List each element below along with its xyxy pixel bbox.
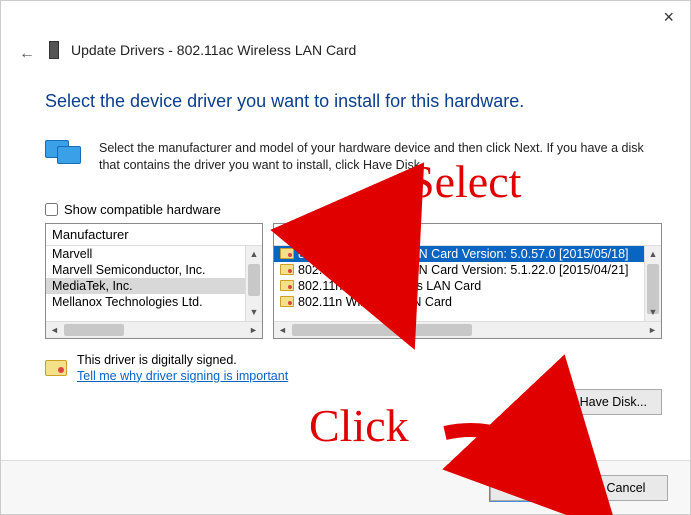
scrollbar-horizontal[interactable]: ◄ ► [46,321,262,338]
certificate-icon [280,296,294,307]
list-item[interactable]: 802.11ac Wireless LAN Card Version: 5.1.… [274,262,644,278]
signature-status: This driver is digitally signed. [77,353,288,367]
list-item[interactable]: MediaTek, Inc. [46,278,245,294]
scrollbar-horizontal[interactable]: ◄ ► [274,321,661,338]
list-item-label: 802.11n USB Wireless LAN Card [298,279,481,293]
scroll-left-icon[interactable]: ◄ [274,322,291,338]
signature-help-link[interactable]: Tell me why driver signing is important [77,369,288,383]
list-item-label: 802.11n Wireless LAN Card [298,295,452,309]
scrollbar-vertical[interactable]: ▲ ▼ [644,246,661,321]
show-compatible-checkbox[interactable]: Show compatible hardware [45,202,662,217]
instruction-text: Select the manufacturer and model of you… [99,140,662,174]
model-items: 802.11ac Wireless LAN Card Version: 5.0.… [274,246,644,321]
certificate-icon [280,248,294,259]
page-heading: Select the device driver you want to ins… [45,91,662,112]
scroll-down-icon[interactable]: ▼ [246,304,262,321]
list-item-label: 802.11ac Wireless LAN Card Version: 5.0.… [298,247,629,261]
list-item[interactable]: 802.11n USB Wireless LAN Card [274,278,644,294]
next-button[interactable]: Next [490,475,574,501]
list-item[interactable]: Mellanox Technologies Ltd. [46,294,245,310]
window-title: Update Drivers - 802.11ac Wireless LAN C… [71,42,356,58]
back-icon[interactable]: ← [19,45,35,63]
manufacturer-list[interactable]: Manufacturer Marvell Marvell Semiconduct… [45,223,263,339]
list-item[interactable]: Marvell Semiconductor, Inc. [46,262,245,278]
list-item[interactable]: 802.11n Wireless LAN Card [274,294,644,310]
model-list[interactable]: Model 802.11ac Wireless LAN Card Version… [273,223,662,339]
instruction-row: Select the manufacturer and model of you… [45,140,662,174]
close-icon[interactable]: × [663,7,674,28]
monitors-icon [45,140,85,172]
model-header: Model [274,224,661,246]
show-compatible-label: Show compatible hardware [64,202,221,217]
scroll-thumb[interactable] [292,324,472,336]
scroll-thumb[interactable] [248,264,260,296]
have-disk-button[interactable]: Have Disk... [565,389,662,415]
scroll-up-icon[interactable]: ▲ [246,246,262,263]
device-icon [49,41,59,59]
scroll-left-icon[interactable]: ◄ [46,322,63,338]
certificate-icon [45,360,67,376]
scroll-right-icon[interactable]: ► [245,322,262,338]
main-panel: Select the device driver you want to ins… [45,91,662,383]
scrollbar-vertical[interactable]: ▲ ▼ [245,246,262,321]
scroll-up-icon[interactable]: ▲ [645,246,661,263]
manufacturer-header: Manufacturer [46,224,262,246]
footer-bar: Next Cancel [1,460,690,514]
certificate-icon [280,264,294,275]
scroll-down-icon[interactable]: ▼ [645,304,661,321]
show-compatible-input[interactable] [45,203,58,216]
list-item[interactable]: 802.11ac Wireless LAN Card Version: 5.0.… [274,246,644,262]
cancel-button[interactable]: Cancel [584,475,668,501]
window-header: Update Drivers - 802.11ac Wireless LAN C… [49,41,670,59]
manufacturer-items: Marvell Marvell Semiconductor, Inc. Medi… [46,246,245,321]
scroll-thumb[interactable] [64,324,124,336]
list-item[interactable]: Marvell [46,246,245,262]
scroll-right-icon[interactable]: ► [644,322,661,338]
signature-row: This driver is digitally signed. Tell me… [45,353,662,383]
driver-lists: Manufacturer Marvell Marvell Semiconduct… [45,223,662,339]
certificate-icon [280,280,294,291]
update-drivers-window: × ← Update Drivers - 802.11ac Wireless L… [0,0,691,515]
annotation-click: Click [309,399,409,452]
list-item-label: 802.11ac Wireless LAN Card Version: 5.1.… [298,263,629,277]
